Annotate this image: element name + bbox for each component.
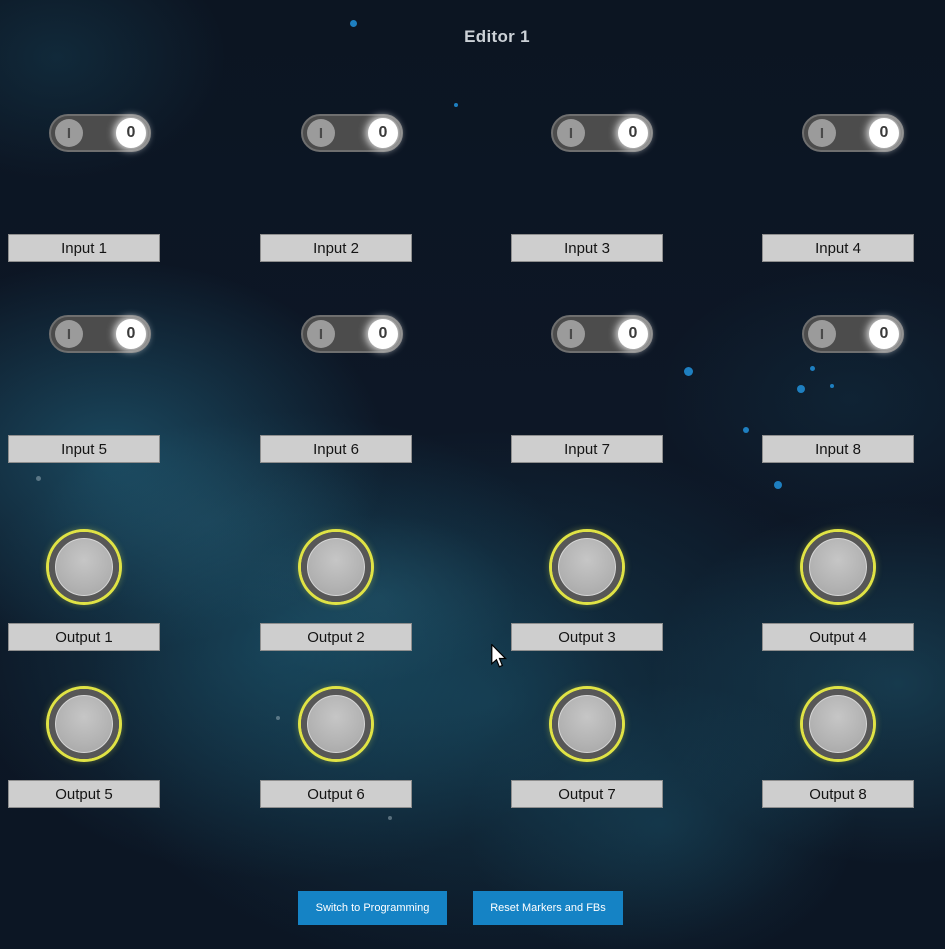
output-lamp-5[interactable]	[49, 689, 119, 759]
background-dot	[810, 366, 815, 371]
toggle-off-knob: 0	[116, 118, 146, 148]
output-lamp-2[interactable]	[301, 532, 371, 602]
background-dot	[454, 103, 458, 107]
toggle-on-knob: I	[307, 119, 335, 147]
input-toggle-3[interactable]: I 0	[551, 114, 653, 152]
input-label-5: Input 5	[8, 435, 160, 463]
input-label-6: Input 6	[260, 435, 412, 463]
output-lamp-3[interactable]	[552, 532, 622, 602]
input-label-4: Input 4	[762, 234, 914, 262]
input-toggle-8[interactable]: I 0	[802, 315, 904, 353]
toggle-off-knob: 0	[368, 319, 398, 349]
toggle-on-knob: I	[55, 320, 83, 348]
output-lamp-7[interactable]	[552, 689, 622, 759]
output-lamp-4[interactable]	[803, 532, 873, 602]
background-dot	[774, 481, 782, 489]
reset-markers-and-fbs-button[interactable]: Reset Markers and FBs	[473, 891, 623, 925]
toggle-off-knob: 0	[869, 319, 899, 349]
toggle-on-knob: I	[55, 119, 83, 147]
output-lamp-1[interactable]	[49, 532, 119, 602]
background-dot	[830, 384, 834, 388]
toggle-on-knob: I	[307, 320, 335, 348]
output-label-4: Output 4	[762, 623, 914, 651]
input-label-1: Input 1	[8, 234, 160, 262]
background-dot	[797, 385, 805, 393]
page-title: Editor 1	[464, 27, 530, 47]
input-toggle-5[interactable]: I 0	[49, 315, 151, 353]
output-label-5: Output 5	[8, 780, 160, 808]
toggle-on-knob: I	[557, 119, 585, 147]
toggle-off-knob: 0	[618, 118, 648, 148]
input-toggle-6[interactable]: I 0	[301, 315, 403, 353]
toggle-on-knob: I	[808, 119, 836, 147]
output-label-8: Output 8	[762, 780, 914, 808]
output-label-1: Output 1	[8, 623, 160, 651]
toggle-off-knob: 0	[116, 319, 146, 349]
mouse-cursor-icon	[488, 644, 510, 668]
input-toggle-2[interactable]: I 0	[301, 114, 403, 152]
toggle-off-knob: 0	[368, 118, 398, 148]
background-speck	[36, 476, 41, 481]
background-dot	[684, 367, 693, 376]
background-speck	[276, 716, 280, 720]
input-toggle-4[interactable]: I 0	[802, 114, 904, 152]
input-label-8: Input 8	[762, 435, 914, 463]
input-label-2: Input 2	[260, 234, 412, 262]
toggle-off-knob: 0	[618, 319, 648, 349]
output-label-7: Output 7	[511, 780, 663, 808]
background-dot	[743, 427, 749, 433]
input-toggle-7[interactable]: I 0	[551, 315, 653, 353]
input-toggle-1[interactable]: I 0	[49, 114, 151, 152]
background-speck	[388, 816, 392, 820]
output-lamp-8[interactable]	[803, 689, 873, 759]
switch-to-programming-button[interactable]: Switch to Programming	[298, 891, 447, 925]
output-label-6: Output 6	[260, 780, 412, 808]
toggle-off-knob: 0	[869, 118, 899, 148]
input-label-7: Input 7	[511, 435, 663, 463]
toggle-on-knob: I	[557, 320, 585, 348]
output-label-2: Output 2	[260, 623, 412, 651]
output-lamp-6[interactable]	[301, 689, 371, 759]
input-label-3: Input 3	[511, 234, 663, 262]
background-dot	[350, 20, 357, 27]
toggle-on-knob: I	[808, 320, 836, 348]
output-label-3: Output 3	[511, 623, 663, 651]
